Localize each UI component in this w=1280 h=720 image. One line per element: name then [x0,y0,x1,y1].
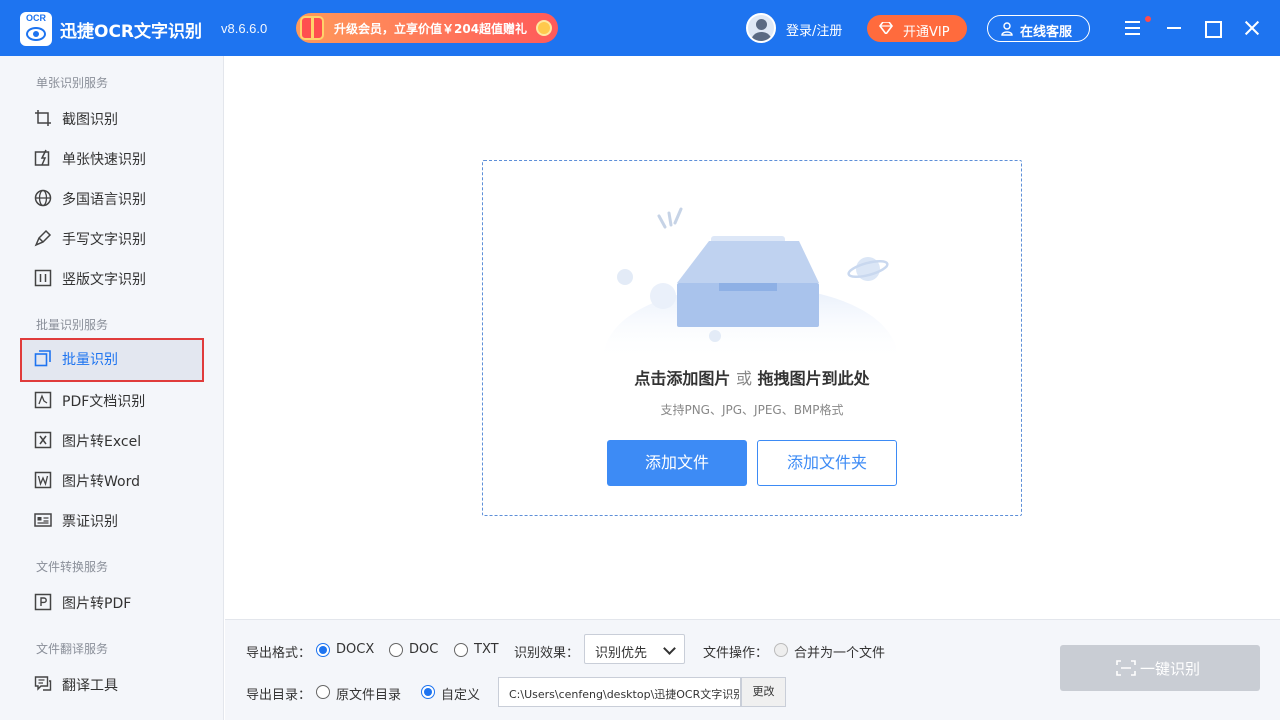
pdf-icon [34,391,52,409]
app-name: 迅捷OCR文字识别 [60,22,203,42]
section-title-convert: 文件转换服务 [36,560,109,574]
sidebar-item-quick[interactable]: 单张快速识别 [20,138,204,178]
sidebar: 单张识别服务 截图识别 单张快速识别 多国语言识别 手写文字识别 竖版文字识别 … [0,56,224,720]
app-version: v8.6.6.0 [221,21,268,36]
format-docx-label[interactable]: DOCX [336,642,374,657]
title-bar: OCR 迅捷OCR文字识别 v8.6.6.0 升级会员，立享价值￥204超值赠礼… [0,0,1280,56]
drop-title: 点击添加图片 或 拖拽图片到此处 [483,365,1021,389]
batch-icon [34,350,51,367]
sidebar-item-label: 票证识别 [62,514,118,530]
export-path-field[interactable]: C:\Users\cenfeng\desktop\迅捷OCR文字识别 [498,677,741,707]
avatar[interactable] [746,13,776,43]
add-folder-button[interactable]: 添加文件夹 [757,440,897,486]
drop-title-click: 点击添加图片 [634,369,731,388]
bottom-bar: 导出格式： DOCX DOC TXT 识别效果： 识别优先 文件操作： 合并为一… [225,619,1280,720]
file-op-label: 文件操作： [703,646,769,661]
recog-effect-label: 识别效果： [514,646,580,661]
main-area: 点击添加图片 或 拖拽图片到此处 支持PNG、JPG、JPEG、BMP格式 添加… [225,56,1280,619]
quick-scan-icon [34,149,50,166]
inbox-tray-illustration [603,207,898,361]
one-click-recognize-button[interactable]: 一键识别 [1060,645,1260,691]
recog-effect-value: 识别优先 [595,646,648,661]
dir-custom-radio[interactable] [421,685,435,699]
pdf-convert-icon [34,593,52,611]
notification-dot [1145,16,1151,22]
sidebar-item-label: 竖版文字识别 [62,272,146,288]
sidebar-item-label: 多国语言识别 [62,192,146,208]
format-docx-radio[interactable] [316,643,330,657]
sidebar-item-label: 图片转Word [62,474,140,490]
format-txt-label[interactable]: TXT [474,642,499,657]
sidebar-item-screenshot[interactable]: 截图识别 [20,98,204,138]
sidebar-item-label: 截图识别 [62,112,118,128]
sidebar-item-handwriting[interactable]: 手写文字识别 [20,218,204,258]
vip-button-label: 开通VIP [903,25,950,40]
merge-file-label[interactable]: 合并为一个文件 [794,642,885,661]
sidebar-item-excel[interactable]: 图片转Excel [20,420,204,460]
sidebar-item-label: 图片转Excel [62,434,142,450]
sidebar-item-batch[interactable]: 批量识别 [20,338,204,382]
section-title-single: 单张识别服务 [36,76,109,90]
word-icon [34,471,52,489]
close-button[interactable] [1238,14,1266,42]
pen-icon [34,229,52,247]
sidebar-item-label: 翻译工具 [62,678,118,694]
sidebar-item-label: PDF文档识别 [62,394,146,410]
vertical-text-icon [34,269,52,287]
sidebar-item-pdf[interactable]: PDF文档识别 [20,380,204,420]
dir-custom-label[interactable]: 自定义 [441,684,480,703]
sidebar-item-label: 图片转PDF [62,596,132,612]
change-path-button[interactable]: 更改 [741,677,786,707]
crop-icon [35,110,51,126]
sidebar-item-vertical[interactable]: 竖版文字识别 [20,258,204,298]
excel-icon [34,431,52,449]
coin-icon [536,20,552,36]
chevron-down-icon [663,642,676,655]
format-doc-label[interactable]: DOC [409,642,438,657]
recog-effect-select[interactable]: 识别优先 [584,634,685,664]
drop-title-drag: 拖拽图片到此处 [757,369,870,388]
sidebar-item-label: 单张快速识别 [62,152,146,168]
scan-icon [1116,660,1136,676]
supported-formats-hint: 支持PNG、JPG、JPEG、BMP格式 [660,403,844,417]
add-file-button[interactable]: 添加文件 [607,440,747,486]
drop-zone[interactable]: 点击添加图片 或 拖拽图片到此处 支持PNG、JPG、JPEG、BMP格式 添加… [482,160,1022,516]
online-service-label: 在线客服 [1020,25,1073,40]
sidebar-item-word[interactable]: 图片转Word [20,460,204,500]
sidebar-item-label: 批量识别 [62,352,118,368]
export-format-label: 导出格式： [246,646,312,661]
sidebar-item-translate[interactable]: 翻译工具 [20,664,204,704]
diamond-icon [879,22,893,34]
promo-text: 升级会员，立享价值￥204超值赠礼 [334,22,528,36]
one-click-label: 一键识别 [1140,660,1201,678]
sidebar-item-ticket[interactable]: 票证识别 [20,500,204,540]
format-txt-radio[interactable] [454,643,468,657]
dir-original-label[interactable]: 原文件目录 [336,684,401,703]
maximize-button[interactable] [1198,14,1226,42]
vip-button[interactable]: 开通VIP [867,15,967,42]
promo-banner[interactable]: 升级会员，立享价值￥204超值赠礼 [296,13,558,43]
logo-text: OCR [26,13,46,23]
app-logo-icon: OCR [20,12,52,46]
dir-original-radio[interactable] [316,685,330,699]
drop-title-or: 或 [735,369,752,388]
merge-file-radio[interactable] [774,643,788,657]
translate-icon [34,676,52,691]
sidebar-item-multilang[interactable]: 多国语言识别 [20,178,204,218]
gift-icon [300,16,324,40]
section-title-translate: 文件翻译服务 [36,642,109,656]
export-dir-label: 导出目录： [246,688,312,703]
globe-icon [34,189,52,207]
ticket-icon [34,513,52,527]
minimize-button[interactable] [1160,14,1188,42]
person-icon [1001,22,1013,36]
sidebar-item-img2pdf[interactable]: 图片转PDF [20,582,204,622]
login-register-link[interactable]: 登录/注册 [786,20,842,39]
section-title-batch: 批量识别服务 [36,318,109,332]
menu-button[interactable] [1120,14,1151,42]
sidebar-item-label: 手写文字识别 [62,232,146,248]
format-doc-radio[interactable] [389,643,403,657]
online-service-button[interactable]: 在线客服 [987,15,1090,42]
